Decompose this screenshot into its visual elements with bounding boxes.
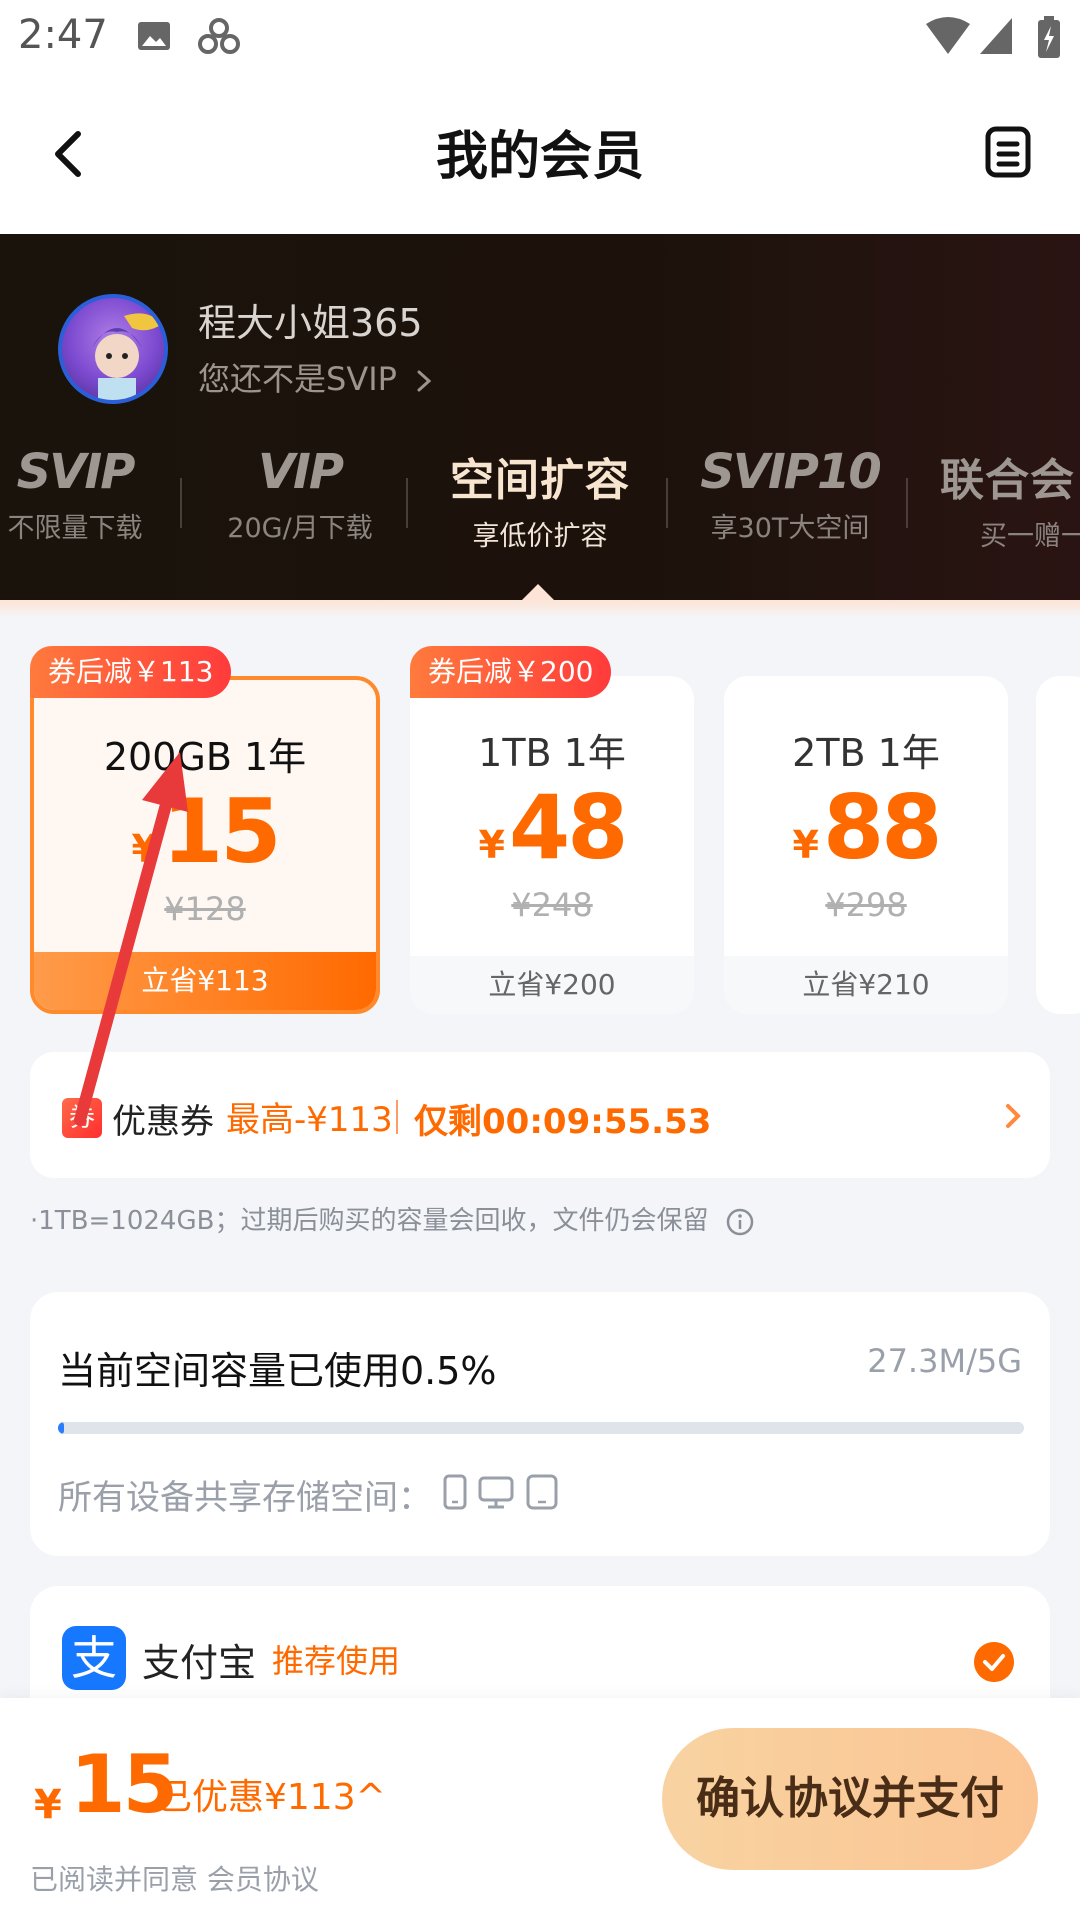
currency-symbol: ¥ — [131, 827, 158, 871]
membership-hero: 程大小姐365 您还不是SVIP SVIP 不限量下载 VIP 20G/月下载 … — [0, 234, 1080, 614]
tab-divider — [666, 478, 668, 528]
plan-price: ¥15 — [34, 780, 376, 883]
storage-progress-fill — [58, 1422, 64, 1434]
coupon-discount-badge: 券后减￥200 — [410, 646, 612, 698]
storage-usage-card: 当前空间容量已使用0.5% 27.3M/5G 所有设备共享存储空间： — [30, 1292, 1050, 1556]
savings-label: 立省¥113 — [34, 952, 376, 1010]
tab-joint-membership[interactable]: 联合会 买一赠一 — [940, 444, 1080, 553]
avatar-illustration — [92, 313, 162, 400]
coupon-discount-badge: 券后减￥113 — [30, 646, 232, 698]
chevron-right-icon — [1006, 1104, 1021, 1128]
vip-status-text: 您还不是SVIP — [198, 360, 397, 398]
app-icon — [198, 18, 240, 54]
capacity-note: ·1TB=1024GB；过期后购买的容量会回收，文件仍会保留 — [30, 1200, 755, 1237]
coupon-row[interactable]: 券 优惠券 最高-¥113 仅剩00:09:55.53 — [30, 1052, 1050, 1178]
desktop-icon — [478, 1476, 514, 1509]
tab-divider — [406, 478, 408, 528]
plan-name: 1TB 1年 — [478, 731, 626, 775]
active-tab-pointer — [522, 584, 554, 600]
plan-card-partial[interactable] — [1036, 676, 1080, 1014]
tab-logo: SVIP10 — [700, 444, 882, 500]
image-icon — [138, 22, 170, 50]
savings-label: 立省¥200 — [410, 956, 694, 1014]
avatar[interactable] — [58, 294, 168, 404]
tab-subtitle: 20G/月下载 — [227, 513, 373, 544]
original-price: ¥248 — [511, 886, 593, 924]
page-title: 我的会员 — [435, 127, 644, 187]
savings-label: 立省¥210 — [724, 956, 1008, 1014]
payment-recommend-tag: 推荐使用 — [272, 1642, 401, 1680]
coupon-icon: 券 — [62, 1098, 102, 1138]
capacity-note-text: ·1TB=1024GB；过期后购买的容量会回收，文件仍会保留 — [30, 1206, 709, 1236]
currency-symbol: ¥ — [478, 823, 505, 867]
price-value: 15 — [161, 780, 281, 883]
coupon-separator — [396, 1100, 398, 1134]
total-currency-symbol: ¥ — [34, 1782, 62, 1828]
plan-name: 2TB 1年 — [792, 731, 940, 775]
title-bar: 我的会员 — [0, 78, 1080, 234]
status-bar: 2:47 — [0, 0, 1080, 78]
signal-icon — [980, 18, 1012, 54]
tab-svip[interactable]: SVIP 不限量下载 — [0, 444, 150, 545]
tab-logo: 联合会 — [940, 455, 1075, 506]
tablet-icon — [526, 1474, 558, 1510]
alipay-icon: 支 — [62, 1626, 126, 1690]
payment-method-name: 支付宝 — [142, 1641, 257, 1685]
price-value: 88 — [822, 776, 942, 879]
wifi-icon — [926, 17, 970, 54]
username: 程大小姐365 — [198, 301, 423, 345]
storage-usage-title: 当前空间容量已使用0.5% — [58, 1349, 497, 1393]
plan-name: 200GB 1年 — [103, 735, 307, 779]
vip-status-link[interactable]: 您还不是SVIP — [198, 354, 435, 400]
currency-symbol: ¥ — [792, 823, 819, 867]
plan-card-200gb[interactable]: 200GB 1年 ¥15 ¥128 立省¥113 — [30, 676, 380, 1014]
hero-fade — [0, 600, 1080, 618]
battery-icon — [1038, 16, 1060, 58]
coupon-max-discount: 最高-¥113 — [226, 1100, 393, 1140]
tab-divider — [906, 478, 908, 528]
plan-card-1tb[interactable]: 1TB 1年 ¥48 ¥248 立省¥200 — [410, 676, 694, 1014]
plan-price: ¥48 — [410, 776, 694, 879]
tab-subtitle: 享低价扩容 — [472, 521, 608, 552]
tab-logo: VIP — [257, 444, 344, 500]
original-price: ¥128 — [164, 890, 246, 928]
tab-subtitle: 不限量下载 — [7, 513, 143, 544]
plan-card-2tb[interactable]: 2TB 1年 ¥88 ¥298 立省¥210 — [724, 676, 1008, 1014]
plan-price: ¥88 — [724, 776, 1008, 879]
devices-label: 所有设备共享存储空间： — [58, 1478, 432, 1518]
tab-subtitle: 享30T大空间 — [710, 513, 870, 544]
tab-logo: SVIP — [16, 444, 136, 500]
storage-progress-bar — [58, 1422, 1024, 1434]
tab-vip[interactable]: VIP 20G/月下载 — [210, 444, 390, 545]
tab-storage-expansion[interactable]: 空间扩容 享低价扩容 — [430, 444, 650, 553]
info-icon[interactable] — [725, 1207, 755, 1237]
tab-svip10[interactable]: SVIP10 享30T大空间 — [690, 444, 890, 545]
tab-logo: 空间扩容 — [450, 455, 630, 506]
chevron-right-icon — [417, 370, 432, 392]
original-price: ¥298 — [825, 886, 907, 924]
checkout-bar: ¥ 15 已优惠¥113^ 已阅读并同意 会员协议 确认协议并支付 — [0, 1698, 1080, 1920]
membership-agreement-link[interactable]: 已阅读并同意 会员协议 — [30, 1858, 319, 1898]
tab-divider — [180, 478, 182, 528]
status-time: 2:47 — [18, 12, 108, 58]
confirm-pay-button[interactable]: 确认协议并支付 — [662, 1728, 1038, 1870]
checkmark-icon[interactable] — [974, 1642, 1014, 1682]
discount-summary-toggle[interactable]: 已优惠¥113^ — [156, 1768, 386, 1820]
coupon-label: 优惠券 — [112, 1102, 214, 1142]
phone-icon — [443, 1474, 467, 1510]
storage-amount: 27.3M/5G — [867, 1342, 1022, 1380]
tab-subtitle: 买一赠一 — [980, 521, 1080, 552]
order-list-icon[interactable] — [985, 126, 1031, 178]
price-value: 48 — [508, 776, 628, 879]
coupon-countdown: 仅剩00:09:55.53 — [414, 1102, 712, 1142]
